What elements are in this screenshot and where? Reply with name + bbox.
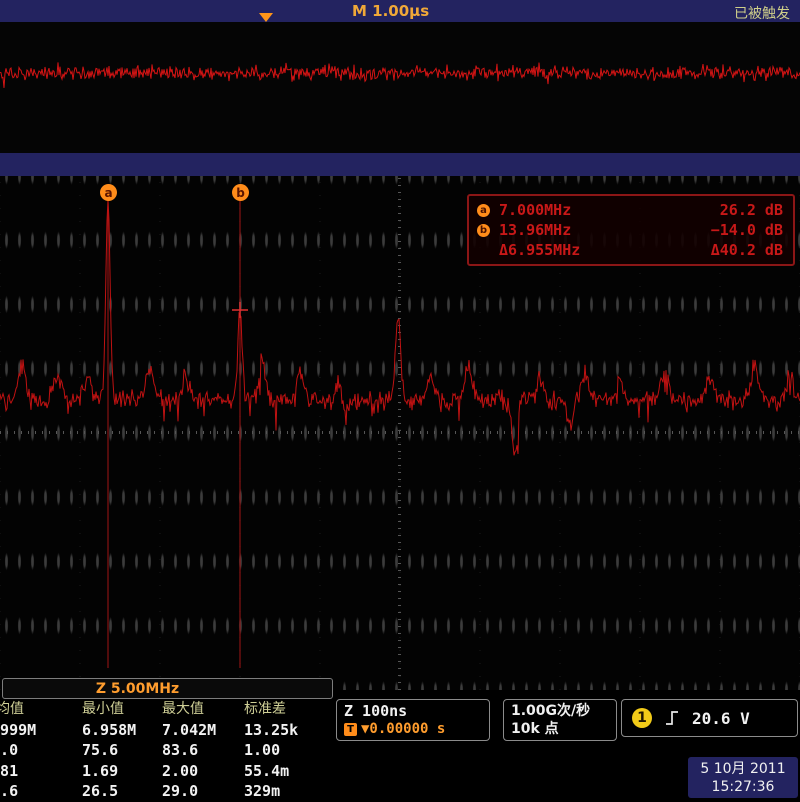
stats-header-max: 最大值 (162, 699, 244, 720)
cursor-a-frequency: 7.000MHz (499, 201, 627, 219)
sample-rate-readout: 1.00G次/秒 (511, 702, 609, 720)
acquisition-box[interactable]: 1.00G次/秒 10k 点 (503, 699, 617, 741)
cursor-b-cross-icon (232, 302, 248, 318)
stats-cell: 28.6 (0, 781, 82, 802)
trigger-position-marker-icon[interactable] (259, 13, 273, 22)
panel-separator (0, 153, 800, 176)
stats-cell: 1.00 (244, 740, 336, 761)
delta-level: Δ40.2 dB (711, 241, 783, 259)
delta-frequency: Δ6.955MHz (499, 241, 627, 259)
trigger-status-label: 已被触发 (734, 3, 790, 23)
channel-1-badge[interactable]: 1 (632, 708, 652, 728)
stats-cell: 82.0 (0, 740, 82, 761)
time-domain-waveform (0, 22, 800, 153)
top-chrome-bar: M 1.00μs 已被触发 (0, 0, 800, 22)
stats-cell: 1.69 (82, 761, 162, 782)
stats-cell: 13.25k (244, 720, 336, 741)
cursor-a-readout-row: a 7.000MHz 26.2 dB (477, 200, 783, 220)
stats-cell: 75.6 (82, 740, 162, 761)
stats-cell: 26.5 (82, 781, 162, 802)
stats-cell: 29.0 (162, 781, 244, 802)
date-readout: 5 10月 2011 (700, 760, 785, 778)
stats-cell: 7.042M (162, 720, 244, 741)
trigger-flag-icon: T (344, 723, 357, 736)
stats-cell: 329m (244, 781, 336, 802)
horizontal-position-box[interactable]: Z 100ns T ▼0.00000 s (336, 699, 490, 741)
fft-spectrum-panel: a b a 7.000MHz 26.2 dB b 13.96MHz −14.0 … (0, 176, 800, 690)
stats-cell: 2.00 (162, 761, 244, 782)
cursor-b-badge[interactable]: b (232, 184, 249, 201)
trigger-level-readout: 20.6 V (692, 709, 750, 728)
zoom-timebase-readout: Z 100ns (344, 702, 482, 720)
time-readout: 15:27:36 (712, 778, 775, 796)
measurement-stats-table: 平均值 最小值 最大值 标准差 6.999M 6.958M 7.042M 13.… (0, 699, 336, 802)
cursor-a-level: 26.2 dB (720, 201, 783, 219)
cursor-b-frequency: 13.96MHz (499, 221, 627, 239)
stats-header-stdev: 标准差 (244, 699, 336, 720)
datetime-box[interactable]: 5 10月 2011 15:27:36 (688, 757, 798, 798)
cursor-readout-box[interactable]: a 7.000MHz 26.2 dB b 13.96MHz −14.0 dB Δ… (467, 194, 795, 266)
cursor-b-level: −14.0 dB (711, 221, 783, 239)
rising-edge-slope-icon (664, 708, 680, 728)
timebase-readout[interactable]: M 1.00μs (352, 2, 429, 20)
stats-cell: 83.6 (162, 740, 244, 761)
stats-cell: 1.81 (0, 761, 82, 782)
cursor-lines[interactable] (108, 194, 240, 668)
stats-cell: 6.958M (82, 720, 162, 741)
stats-cell: 6.999M (0, 720, 82, 741)
stats-header-min: 最小值 (82, 699, 162, 720)
fft-scale-bar[interactable]: Z 5.00MHz (2, 678, 333, 699)
cursor-a-badge[interactable]: a (100, 184, 117, 201)
time-domain-panel (0, 22, 800, 153)
cursor-b-readout-row: b 13.96MHz −14.0 dB (477, 220, 783, 240)
trigger-box[interactable]: 1 20.6 V (621, 699, 798, 737)
record-length-readout: 10k 点 (511, 720, 609, 738)
stats-cell: 55.4m (244, 761, 336, 782)
cursor-a-badge-icon: a (477, 204, 490, 217)
fft-scale-label: Z 5.00MHz (96, 681, 179, 697)
horizontal-position-readout: ▼0.00000 s (361, 721, 445, 737)
cursor-b-badge-icon: b (477, 224, 490, 237)
cursor-delta-readout-row: Δ6.955MHz Δ40.2 dB (477, 240, 783, 260)
stats-header-mean: 平均值 (0, 699, 82, 720)
